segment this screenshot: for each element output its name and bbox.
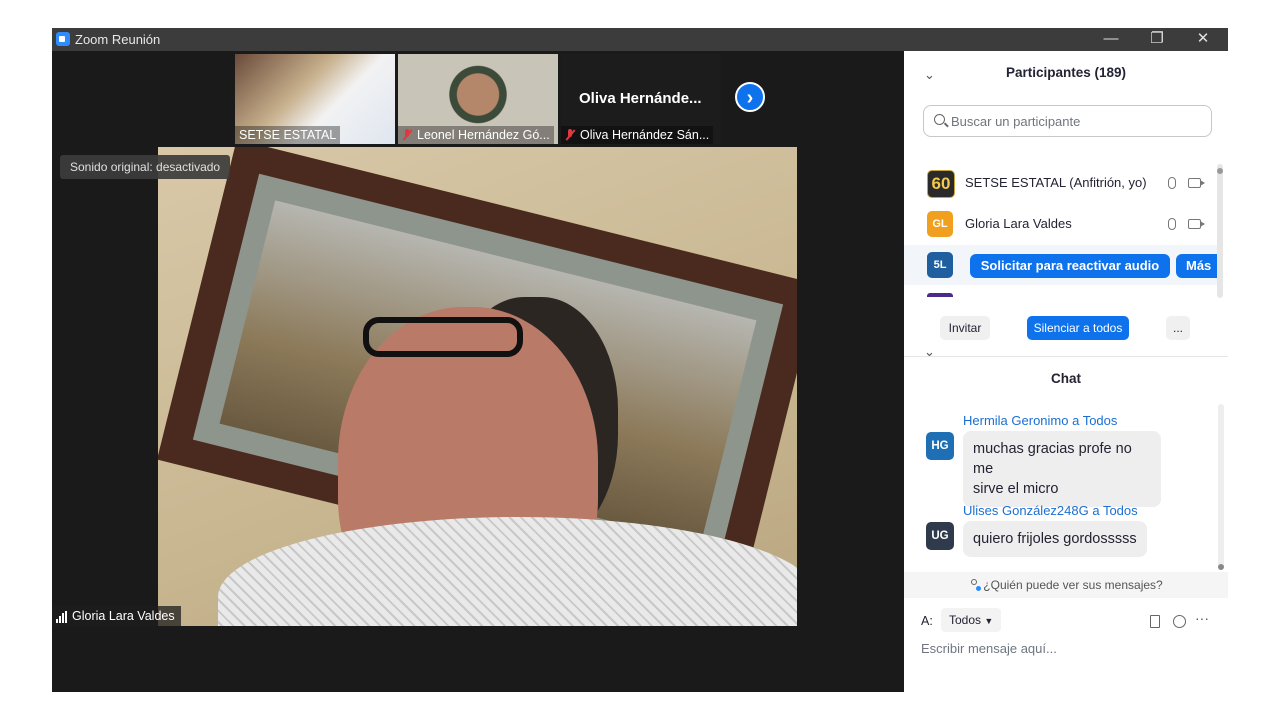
thumbnail-setse-estatal[interactable]: SETSE ESTATAL bbox=[235, 54, 395, 144]
to-label: A: bbox=[921, 614, 933, 628]
more-button[interactable]: Más bbox=[1176, 254, 1222, 278]
participant-row[interactable]: GL Gloria Lara Valdes bbox=[904, 204, 1222, 244]
signal-strength-icon bbox=[56, 609, 68, 623]
message-bubble: quiero frijoles gordosssss bbox=[963, 521, 1147, 557]
main-video bbox=[158, 147, 797, 626]
restore-button[interactable]: ❐ bbox=[1134, 28, 1180, 51]
file-icon[interactable] bbox=[1150, 615, 1160, 628]
participant-name: SETSE ESTATAL (Anfitrión, yo) bbox=[965, 175, 1147, 190]
mic-muted-icon bbox=[565, 129, 575, 141]
message-sender: Ulises González248G a Todos bbox=[963, 503, 1138, 518]
participants-scrollbar[interactable] bbox=[1217, 164, 1223, 298]
recipient-value: Todos bbox=[949, 613, 982, 627]
video-area: SETSE ESTATAL Leonel Hernández Gó... Oli… bbox=[52, 51, 904, 692]
thumbnail-oliva[interactable]: Oliva Hernánde... Oliva Hernández Sán... bbox=[561, 54, 721, 144]
next-thumbnails-button[interactable]: › bbox=[735, 82, 765, 112]
divider bbox=[904, 356, 1228, 357]
who-can-see-text: ¿Quién puede ver sus mensajes? bbox=[983, 578, 1163, 592]
avatar: UG bbox=[926, 522, 954, 550]
zoom-window: Zoom Reunión — ❐ ✕ SETSE ESTATAL Leonel … bbox=[52, 28, 1228, 692]
speaker-name: Gloria Lara Valdes bbox=[72, 609, 175, 623]
thumbnail-display-name: Oliva Hernánde... bbox=[579, 90, 702, 107]
user-info-icon bbox=[969, 579, 982, 591]
side-panel: ⌄ Participantes (189) Buscar un particip… bbox=[904, 51, 1228, 692]
avatar: 60 bbox=[927, 170, 955, 198]
who-can-see-link[interactable]: ¿Quién puede ver sus mensajes? bbox=[904, 572, 1228, 598]
avatar: HG bbox=[926, 432, 954, 460]
emoji-icon[interactable] bbox=[1173, 615, 1186, 628]
original-sound-badge[interactable]: Sonido original: desactivado bbox=[60, 155, 231, 179]
zoom-logo-icon bbox=[56, 32, 70, 46]
message-text: sirve el micro bbox=[973, 481, 1059, 497]
speaker-name-label: Gloria Lara Valdes bbox=[52, 606, 181, 626]
avatar: 5L bbox=[927, 252, 953, 278]
chat-header: Chat bbox=[1051, 371, 1081, 386]
message-sender: Hermila Geronimo a Todos bbox=[963, 413, 1118, 428]
search-placeholder: Buscar un participante bbox=[951, 114, 1081, 129]
thumbnail-name: Oliva Hernández Sán... bbox=[561, 126, 714, 144]
title-bar: Zoom Reunión — ❐ ✕ bbox=[52, 28, 1228, 51]
participants-more-button[interactable]: ... bbox=[1166, 316, 1190, 340]
invite-button[interactable]: Invitar bbox=[940, 316, 990, 340]
minimize-button[interactable]: — bbox=[1088, 28, 1134, 51]
window-title: Zoom Reunión bbox=[75, 32, 161, 47]
thumbnail-name: SETSE ESTATAL bbox=[235, 126, 341, 144]
thumbnail-name: Leonel Hernández Gó... bbox=[398, 126, 554, 144]
chat-more-button[interactable]: ··· bbox=[1195, 610, 1209, 626]
video-camera-icon[interactable] bbox=[1188, 178, 1205, 188]
thumbnail-name-text: Oliva Hernández Sán... bbox=[580, 128, 710, 142]
request-unmute-button[interactable]: Solicitar para reactivar audio bbox=[970, 254, 1170, 278]
chat-message-input[interactable]: Escribir mensaje aquí... bbox=[921, 641, 1057, 656]
message-text: muchas gracias profe no me bbox=[973, 441, 1132, 477]
participant-row[interactable]: 5L Solicitar para reactivar audio Más bbox=[904, 245, 1222, 285]
chat-scrollbar[interactable] bbox=[1218, 404, 1224, 570]
microphone-icon[interactable] bbox=[1168, 177, 1176, 189]
avatar bbox=[927, 293, 953, 297]
video-camera-icon[interactable] bbox=[1188, 219, 1205, 229]
close-button[interactable]: ✕ bbox=[1180, 28, 1226, 51]
collapse-chat-icon[interactable]: ⌄ bbox=[924, 344, 935, 360]
chevron-down-icon: ▼ bbox=[984, 616, 994, 626]
microphone-icon[interactable] bbox=[1168, 218, 1176, 230]
participants-header: Participantes (189) bbox=[1005, 65, 1127, 80]
thumbnail-name-text: Leonel Hernández Gó... bbox=[417, 128, 550, 142]
message-bubble: muchas gracias profe no me sirve el micr… bbox=[963, 431, 1161, 507]
search-icon bbox=[934, 114, 945, 125]
participant-row[interactable]: 60 SETSE ESTATAL (Anfitrión, yo) bbox=[904, 163, 1222, 203]
message-text: quiero frijoles gordosssss bbox=[973, 531, 1137, 547]
mute-all-button[interactable]: Silenciar a todos bbox=[1027, 316, 1129, 340]
recipient-dropdown[interactable]: Todos ▼ bbox=[941, 608, 1002, 632]
mic-muted-icon bbox=[402, 129, 412, 141]
participant-search-input[interactable]: Buscar un participante bbox=[923, 105, 1212, 137]
thumbnail-leonel[interactable]: Leonel Hernández Gó... bbox=[398, 54, 558, 144]
avatar: GL bbox=[927, 211, 953, 237]
participant-name: Gloria Lara Valdes bbox=[965, 216, 1072, 231]
